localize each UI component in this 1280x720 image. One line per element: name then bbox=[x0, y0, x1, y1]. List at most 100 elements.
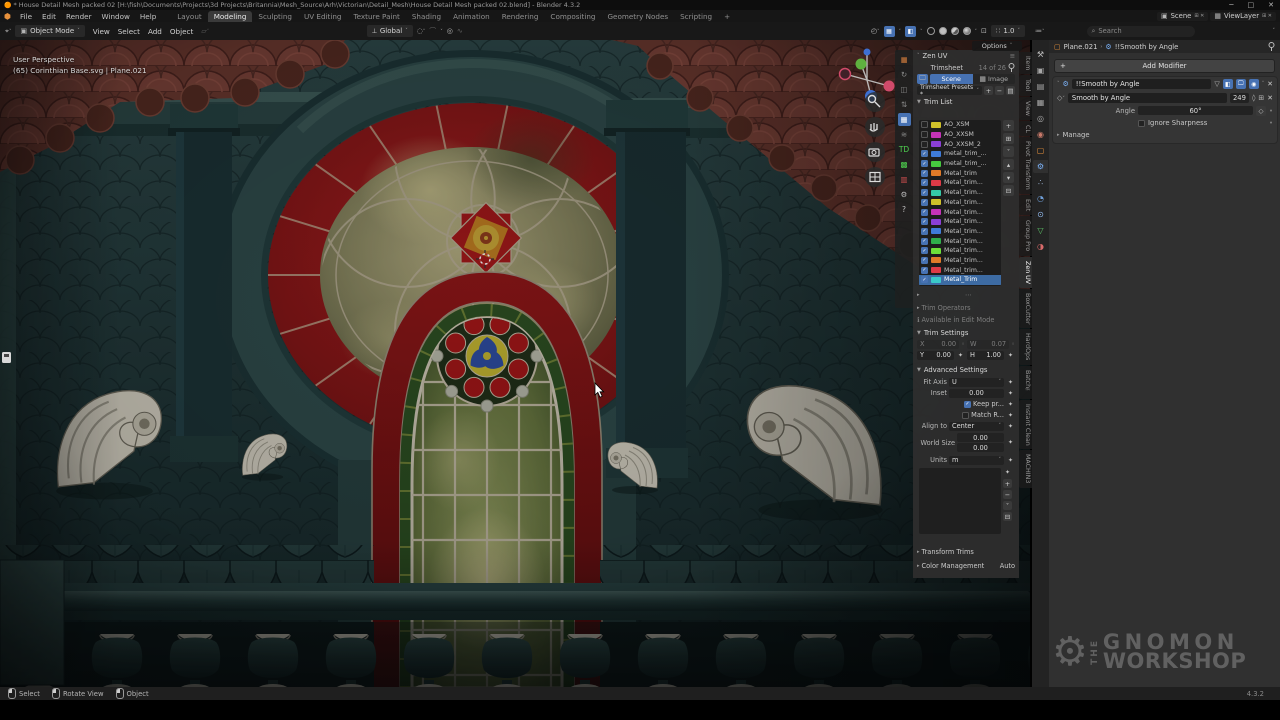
editor-type-icon[interactable]: ⌖˅ bbox=[5, 27, 11, 36]
preview-remove-button[interactable]: − bbox=[1003, 490, 1012, 499]
trim-checkbox[interactable]: ✓ bbox=[921, 179, 928, 186]
workspace-tab-sculpting[interactable]: Sculpting bbox=[252, 11, 298, 22]
workspace-tab-scripting[interactable]: Scripting bbox=[674, 11, 718, 22]
trim-color-swatch[interactable] bbox=[931, 228, 941, 234]
trim-row[interactable]: ✓Metal_trim... bbox=[919, 217, 1001, 227]
trim-color-swatch[interactable] bbox=[931, 122, 941, 128]
preview-apply-icon[interactable]: ✦ bbox=[1003, 468, 1012, 477]
trim-color-swatch[interactable] bbox=[931, 141, 941, 147]
trim-color-swatch[interactable] bbox=[931, 238, 941, 244]
modifier-extras-dropdown[interactable]: ˅ bbox=[1262, 81, 1265, 87]
trim-row[interactable]: ✓Metal_trim... bbox=[919, 246, 1001, 256]
trimsheet-icon[interactable]: ▥ bbox=[898, 173, 911, 186]
constraints-tab[interactable]: ⊙ bbox=[1033, 208, 1048, 221]
pin-icon[interactable] bbox=[1008, 63, 1015, 72]
edit-mode-toggle-icon[interactable]: ◧ bbox=[1223, 79, 1233, 89]
units-apply-icon[interactable]: ✦ bbox=[1006, 456, 1015, 465]
modifier-expand-icon[interactable]: ˅ bbox=[1057, 81, 1060, 87]
viewport-3d-scene[interactable] bbox=[0, 40, 1030, 688]
stack-icon[interactable]: ≋ bbox=[898, 128, 911, 141]
trim-checkbox[interactable]: ✓ bbox=[921, 199, 928, 206]
fit-axis-dropdown[interactable]: U˅ bbox=[949, 378, 1004, 387]
workspace-tab-texture-paint[interactable]: Texture Paint bbox=[347, 11, 405, 22]
viewport-menu-select[interactable]: Select bbox=[114, 27, 144, 36]
properties-search-input[interactable]: ⌕ Search bbox=[1087, 26, 1195, 37]
trim-preview-box[interactable] bbox=[919, 468, 1001, 534]
breadcrumb-object[interactable]: Plane.021 bbox=[1064, 43, 1098, 51]
workspace-tab-uv-editing[interactable]: UV Editing bbox=[298, 11, 348, 22]
trim-checkbox[interactable]: ✓ bbox=[921, 276, 928, 283]
viewport-menu-object[interactable]: Object bbox=[166, 27, 197, 36]
trim-delete-button[interactable]: ⊟ bbox=[1003, 185, 1014, 196]
align-to-dropdown[interactable]: Center˅ bbox=[949, 422, 1004, 431]
trim-checkbox[interactable]: ✓ bbox=[921, 238, 928, 245]
trim-color-swatch[interactable] bbox=[931, 209, 941, 215]
menu-file[interactable]: File bbox=[15, 12, 37, 21]
breadcrumb-pin-icon[interactable] bbox=[1268, 42, 1275, 51]
checker-icon[interactable]: ▩ bbox=[898, 158, 911, 171]
world-size-apply-icon[interactable]: ✦ bbox=[1006, 438, 1015, 447]
source-image-toggle[interactable]: ▦Image bbox=[973, 74, 1016, 84]
trim-color-swatch[interactable] bbox=[931, 151, 941, 157]
preview-add-button[interactable]: + bbox=[1003, 479, 1012, 488]
preset-remove-button[interactable]: − bbox=[995, 86, 1004, 95]
overlays-toggle-icon[interactable]: ▦ bbox=[884, 26, 895, 37]
sidebar-tab-tool[interactable]: Tool bbox=[1019, 75, 1032, 95]
overlays-dropdown-icon[interactable]: ˅ bbox=[899, 27, 902, 35]
zenuv-logo-icon[interactable]: ■ bbox=[898, 53, 911, 66]
trim-color-swatch[interactable] bbox=[931, 132, 941, 138]
settings-gear-icon[interactable]: ⚙ bbox=[898, 188, 911, 201]
viewlayer-selector[interactable]: ▦ ViewLayer ⊞ ✕ bbox=[1210, 12, 1276, 21]
trim-row[interactable]: ✓Metal_Trim bbox=[919, 275, 1001, 285]
node-group-unlink-icon[interactable]: ✕ bbox=[1267, 94, 1273, 102]
match-rotation-checkbox[interactable] bbox=[962, 412, 969, 419]
trim-checkbox[interactable]: ✓ bbox=[921, 189, 928, 196]
workspace-tab-shading[interactable]: Shading bbox=[406, 11, 447, 22]
y-apply-icon[interactable]: ✦ bbox=[956, 351, 965, 360]
preview-delete-button[interactable]: ⊟ bbox=[1003, 512, 1012, 521]
sidebar-tab-zen-uv[interactable]: Zen UV bbox=[1019, 257, 1032, 288]
hidden-panel-arrow-icon[interactable] bbox=[2, 352, 11, 363]
preset-folder-icon[interactable]: ▤ bbox=[1006, 86, 1015, 95]
camera-view-button[interactable] bbox=[865, 142, 885, 162]
orientation-dropdown[interactable]: ⟂ Global ˅ bbox=[367, 25, 413, 37]
physics-tab[interactable]: ◔ bbox=[1033, 192, 1048, 205]
mode-dropdown[interactable]: ▣ Object Mode ˅ bbox=[15, 25, 84, 37]
modifiers-tab[interactable]: ⚙ bbox=[1033, 160, 1048, 173]
trim-row[interactable]: ✓Metal_trim... bbox=[919, 227, 1001, 237]
world-size-x-field[interactable]: 0.00 bbox=[957, 433, 1004, 442]
preset-add-button[interactable]: + bbox=[984, 86, 993, 95]
properties-options-icon[interactable]: ˅ bbox=[1273, 28, 1276, 34]
scene-selector[interactable]: ▣ Scene ⊞ ✕ bbox=[1157, 12, 1208, 21]
pack-icon[interactable]: ▦ bbox=[898, 113, 911, 126]
options-dropdown[interactable]: Options˅ bbox=[972, 41, 1022, 51]
trim-color-swatch[interactable] bbox=[931, 199, 941, 205]
trim-color-swatch[interactable] bbox=[931, 257, 941, 263]
advanced-settings-label[interactable]: Advanced Settings bbox=[924, 366, 988, 374]
sidebar-tab-view[interactable]: View bbox=[1019, 97, 1032, 120]
sync-icon[interactable]: ↻ bbox=[898, 68, 911, 81]
show-gizmo-icon[interactable]: ◴˅ bbox=[871, 27, 880, 35]
prop-size-field[interactable]: ∷ 1.0 ˅ bbox=[991, 25, 1025, 37]
render-tab[interactable]: ▣ bbox=[1033, 64, 1048, 77]
h-apply-icon[interactable]: ✦ bbox=[1006, 351, 1015, 360]
trim-color-swatch[interactable] bbox=[931, 277, 941, 283]
trim-row[interactable]: ✓Metal_trim... bbox=[919, 198, 1001, 208]
manage-label[interactable]: Manage bbox=[1063, 131, 1090, 139]
sidebar-tab-item[interactable]: Item bbox=[1019, 52, 1032, 74]
trim-row[interactable]: AO_XXSM_2 bbox=[919, 139, 1001, 149]
source-scene-toggle[interactable]: Scene bbox=[930, 74, 973, 84]
trim-color-swatch[interactable] bbox=[931, 180, 941, 186]
trim-color-swatch[interactable] bbox=[931, 161, 941, 167]
workspace-tab-layout[interactable]: Layout bbox=[171, 11, 207, 22]
trim-row[interactable]: ✓Metal_trim... bbox=[919, 207, 1001, 217]
trim-checkbox[interactable] bbox=[921, 121, 928, 128]
menu-render[interactable]: Render bbox=[61, 12, 97, 21]
trim-color-swatch[interactable] bbox=[931, 248, 941, 254]
trim-checkbox[interactable]: ✓ bbox=[921, 267, 928, 274]
scene-tab[interactable]: ◎ bbox=[1033, 112, 1048, 125]
manage-expand-icon[interactable]: ▸ bbox=[1057, 132, 1060, 138]
trim-checkbox[interactable]: ✓ bbox=[921, 218, 928, 225]
material-tab[interactable]: ◑ bbox=[1033, 240, 1048, 253]
sidebar-tab-boxcutter[interactable]: BoxCutter bbox=[1019, 289, 1032, 329]
